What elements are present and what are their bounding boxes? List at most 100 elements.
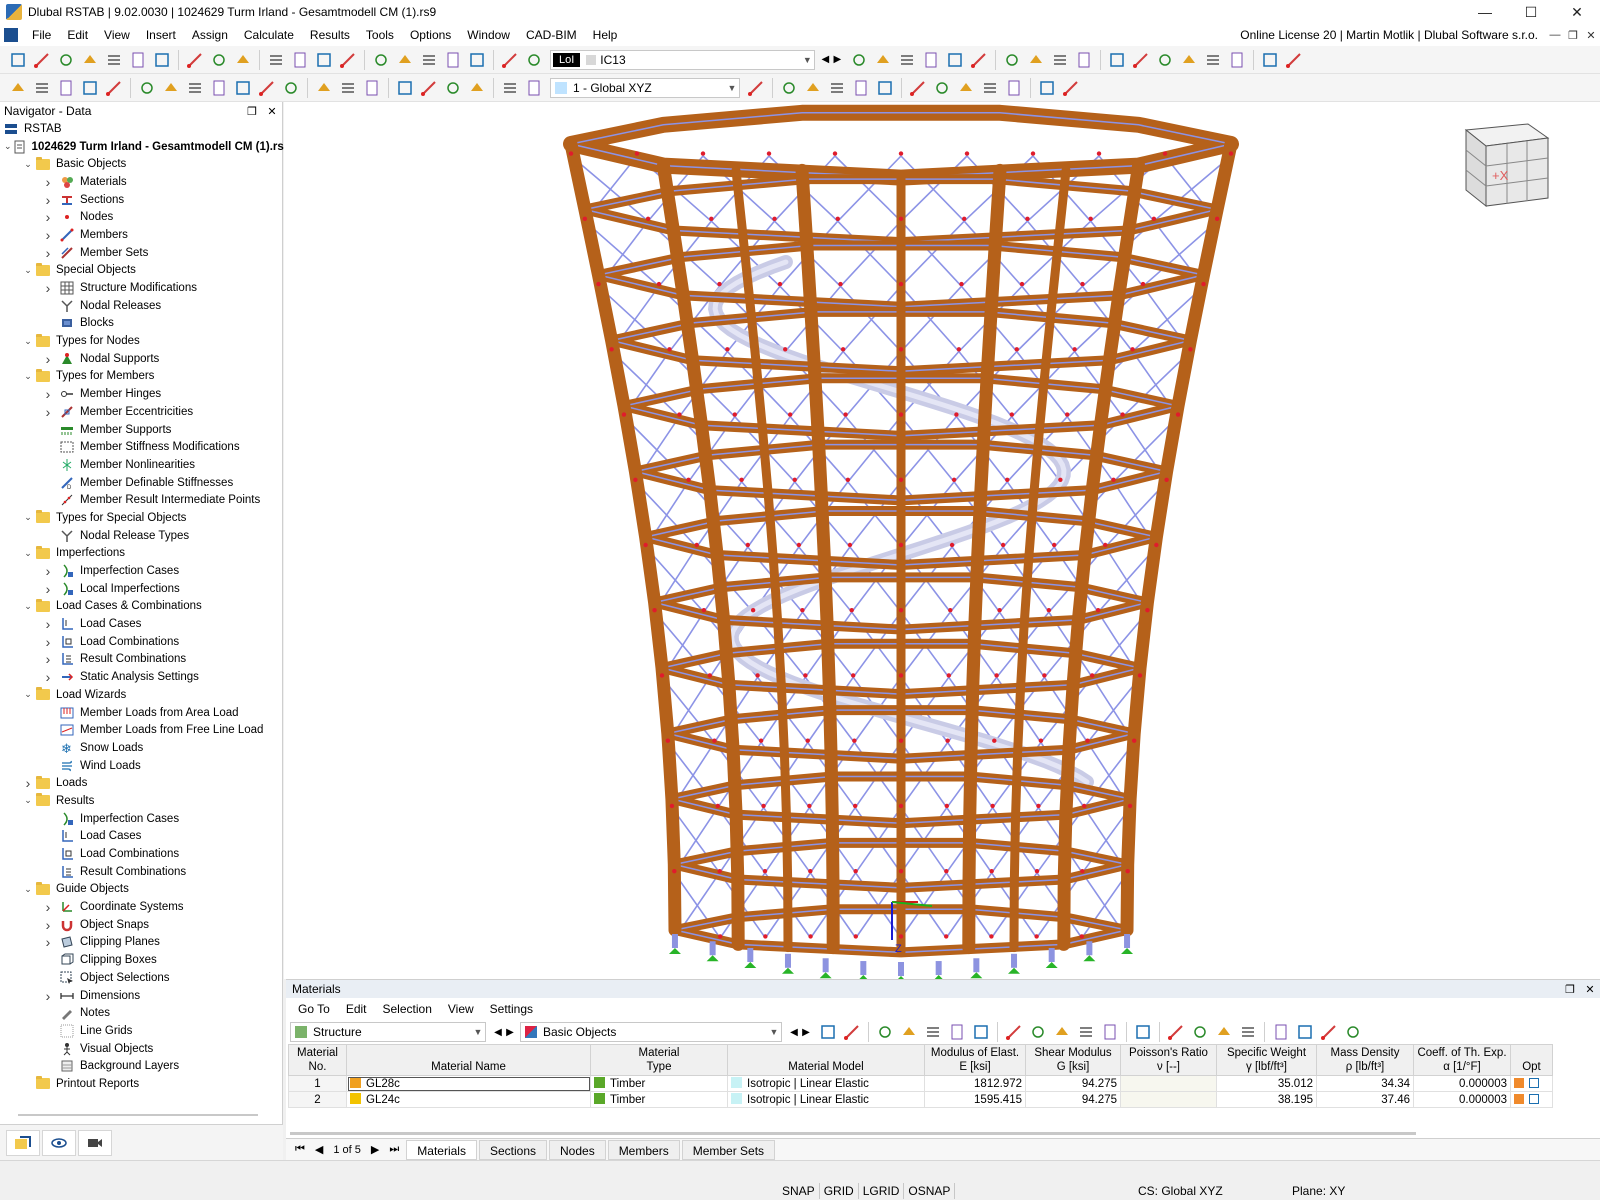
move-left-icon[interactable] [1074,1021,1098,1043]
menu-go-to[interactable]: Go To [290,1002,338,1016]
chevron-right-icon[interactable]: › [42,209,54,225]
chevron-right-icon[interactable]: › [42,988,54,1004]
menu-results[interactable]: Results [302,24,358,46]
model-viewport[interactable]: Z +X [284,102,1600,979]
column-header[interactable]: Specific Weight γ [lbf/ft³] [1216,1044,1317,1076]
tree-item[interactable]: Visual Objects [0,1040,282,1058]
chevron-down-icon[interactable]: ⌄ [22,159,34,170]
tree-item[interactable]: › Nodes [0,208,282,226]
section-cut-icon[interactable] [1049,49,1071,71]
table-add-icon[interactable] [921,1021,945,1043]
material-type-cell[interactable]: Timber [590,1091,728,1108]
tree-item[interactable]: Member Result Intermediate Points [0,491,282,509]
material-model-cell[interactable]: Isotropic | Linear Elastic [727,1075,925,1092]
report-icon[interactable] [151,49,173,71]
tree-item[interactable]: ⌄ Results [0,792,282,810]
object-snap-icon[interactable] [802,77,824,99]
navigator-scrollbar[interactable] [18,1114,258,1116]
calculate-icon[interactable] [370,49,392,71]
modulus-elasticity[interactable]: 1595.415 [924,1091,1026,1108]
tree-item[interactable]: › Load Combinations [0,633,282,651]
menu-settings[interactable]: Settings [482,1002,541,1016]
plane-xz-icon[interactable] [850,77,872,99]
work-plane-icon[interactable] [826,77,848,99]
tab-sections[interactable]: Sections [478,1139,547,1160]
column-header[interactable]: Modulus of Elast. E [ksi] [924,1044,1026,1076]
line-style-icon[interactable] [1060,77,1082,99]
table-copy-icon[interactable] [897,1021,921,1043]
tree-item[interactable]: ⌄ Types for Members [0,368,282,386]
animation-icon[interactable] [968,49,990,71]
new-member-icon[interactable] [31,77,53,99]
member-values-icon[interactable] [896,49,918,71]
edit-icon[interactable] [1529,1093,1539,1104]
menu-tools[interactable]: Tools [358,24,402,46]
mass-density[interactable]: 37.46 [1316,1091,1414,1108]
tree-item[interactable]: Line Grids [0,1022,282,1040]
table-row[interactable]: 2 GL24c Timber Isotropic | Linear Elasti… [288,1091,1553,1108]
symmetry-icon[interactable] [955,77,977,99]
results-icon[interactable] [418,49,440,71]
tree-model[interactable]: ⌄ 1024629 Turm Irland - Gesamtmodell CM … [0,138,290,156]
tree-item[interactable]: Member Nonlinearities [0,456,282,474]
pick-cs-icon[interactable] [745,77,767,99]
menu-insert[interactable]: Insert [138,24,184,46]
rstab-icon[interactable] [55,49,77,71]
move-icon[interactable] [361,77,383,99]
tree-item[interactable]: › Clipping Planes [0,934,282,952]
guide-line-icon[interactable] [499,77,521,99]
chevron-right-icon[interactable]: › [42,669,54,685]
tree-item[interactable]: › Result Combinations [0,651,282,669]
column-header[interactable]: Material Type [590,1044,728,1076]
display-tab-icon[interactable] [42,1129,76,1156]
tree-item[interactable]: Load Cases [0,828,282,846]
tree-item[interactable]: › Loads [0,774,282,792]
menu-options[interactable]: Options [402,24,459,46]
chevron-down-icon[interactable]: ⌄ [22,795,34,806]
object-filter-select[interactable]: Basic Objects ▼ [520,1022,782,1042]
chevron-right-icon[interactable]: › [42,174,54,190]
load-case-icon[interactable] [499,49,521,71]
decimals-icon[interactable] [1317,1021,1341,1043]
tree-item[interactable]: › Materials [0,173,282,191]
tree-item[interactable]: Member Supports [0,421,282,439]
table-results-icon[interactable] [466,49,488,71]
diagram-icon[interactable] [944,49,966,71]
calculate-all-icon[interactable] [394,49,416,71]
tree-item[interactable]: Wind Loads [0,757,282,775]
tree-item[interactable]: D Member Definable Stiffnesses [0,474,282,492]
minimize-button[interactable]: — [1462,0,1508,24]
material-type-cell[interactable]: Timber [590,1075,728,1092]
menu-window[interactable]: Window [459,24,518,46]
settings-icon[interactable] [1003,77,1025,99]
column-header[interactable]: Poisson's Ratio ν [--] [1120,1044,1217,1076]
column-header[interactable]: Material Model [727,1044,925,1076]
member-hinge-icon[interactable] [184,77,206,99]
chevron-right-icon[interactable]: › [42,634,54,650]
grid-snap-icon[interactable] [778,77,800,99]
menu-view[interactable]: View [440,1002,482,1016]
chevron-down-icon[interactable]: ⌄ [22,371,34,382]
tab-members[interactable]: Members [607,1139,680,1160]
spline-icon[interactable] [136,77,158,99]
next-page-icon[interactable]: ▶ [366,1143,384,1156]
axis-x-icon[interactable] [1154,49,1176,71]
move-right-icon[interactable] [1098,1021,1122,1043]
help-icon[interactable] [1341,1021,1365,1043]
chevron-right-icon[interactable]: › [42,899,54,915]
tree-item[interactable]: › Dimensions [0,987,282,1005]
chevron-right-icon[interactable]: › [42,227,54,243]
tree-item[interactable]: Imperfection Cases [0,810,282,828]
arc-icon[interactable] [79,77,101,99]
display-icon[interactable] [1283,49,1305,71]
import-icon[interactable] [1026,1021,1050,1043]
chevron-right-icon[interactable]: › [42,917,54,933]
menu-assign[interactable]: Assign [184,24,236,46]
new-node-icon[interactable] [7,77,29,99]
chevron-down-icon[interactable]: ⌄ [22,336,34,347]
last-page-icon[interactable]: ⏭ [384,1143,404,1156]
chevron-right-icon[interactable]: › [42,616,54,632]
column-header[interactable]: Shear Modulus G [ksi] [1025,1044,1121,1076]
tree-item[interactable]: Printout Reports [0,1075,282,1093]
member-load-icon[interactable] [256,77,278,99]
